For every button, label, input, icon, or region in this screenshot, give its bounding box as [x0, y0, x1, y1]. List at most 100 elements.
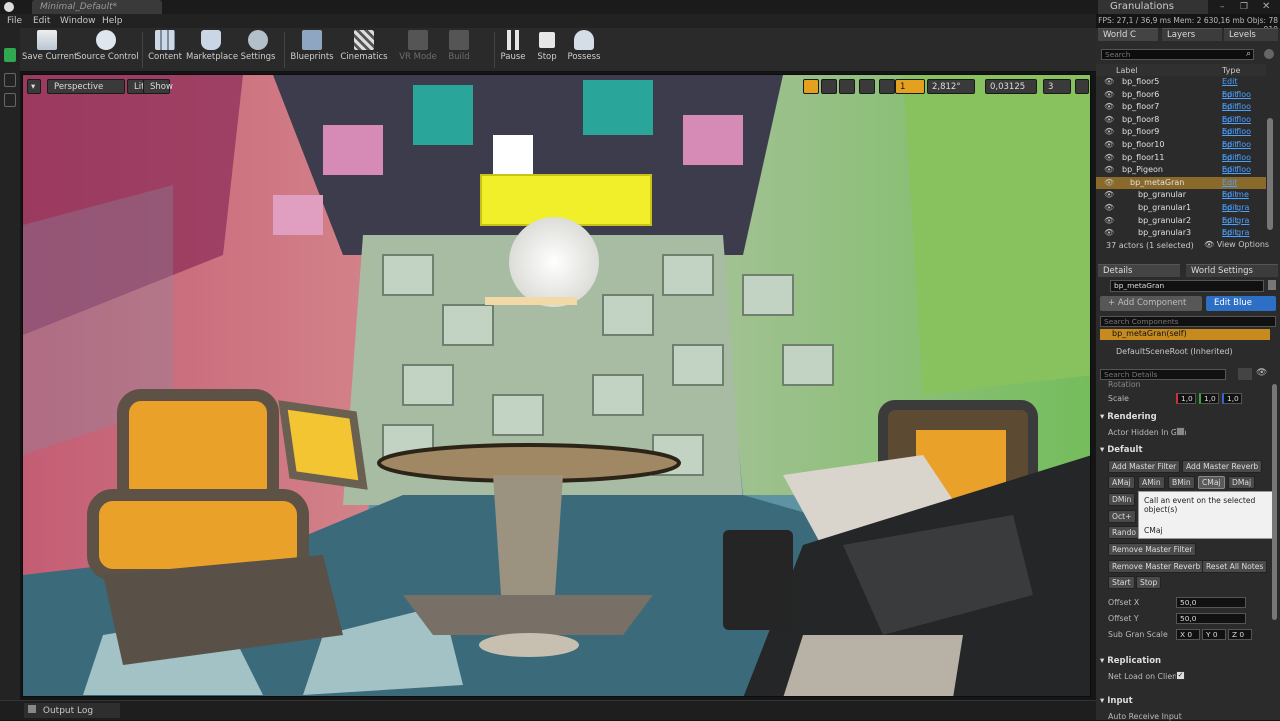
visibility-eye-icon[interactable]: 👁: [1104, 101, 1114, 114]
translate-tool-button[interactable]: [803, 79, 819, 94]
outliner-scrollbar[interactable]: [1267, 118, 1273, 230]
modes-tab3-icon[interactable]: [4, 93, 16, 107]
dmin-button[interactable]: DMin: [1108, 493, 1136, 506]
visibility-eye-icon[interactable]: 👁: [1104, 152, 1114, 165]
close-button[interactable]: ✕: [1262, 1, 1274, 12]
outliner-row[interactable]: 👁 bp_floor9 Edit bp_floo: [1096, 126, 1266, 149]
visibility-eye-icon[interactable]: 👁: [1104, 202, 1114, 215]
grid-snap-button[interactable]: 1: [895, 79, 925, 94]
rotation-snap-button[interactable]: 2,812°: [927, 79, 975, 94]
add-component-button[interactable]: + Add Component: [1100, 296, 1202, 311]
scale-y-field[interactable]: 1,0: [1199, 393, 1219, 404]
tab-world-outliner[interactable]: World C: [1098, 28, 1158, 41]
actor-hidden-checkbox[interactable]: [1176, 427, 1185, 436]
add-master-reverb-button[interactable]: Add Master Reverb: [1182, 460, 1263, 473]
surface-snap-button[interactable]: [879, 79, 895, 94]
scale-x-field[interactable]: 1,0: [1176, 393, 1196, 404]
marketplace-button[interactable]: Marketplace: [186, 30, 238, 70]
cinematics-button[interactable]: Cinematics: [340, 30, 388, 70]
outliner-row[interactable]: 👁 bp_metaGran Edit bp_me: [1096, 176, 1266, 199]
start-button[interactable]: Start: [1108, 576, 1135, 589]
visibility-eye-icon[interactable]: 👁: [1104, 227, 1114, 240]
visibility-eye-icon[interactable]: 👁: [1104, 164, 1114, 177]
outliner-settings-icon[interactable]: [1264, 49, 1274, 59]
content-button[interactable]: Content: [146, 30, 184, 70]
input-section[interactable]: ▾ Input: [1100, 694, 1276, 708]
outliner-search-input[interactable]: Search: [1101, 49, 1254, 60]
build-button[interactable]: Build: [444, 30, 474, 70]
stop-details-button[interactable]: Stop: [1136, 576, 1162, 589]
outliner-row[interactable]: 👁 bp_floor11 Edit bp_floo: [1096, 152, 1266, 175]
visibility-eye-icon[interactable]: 👁: [1104, 89, 1114, 102]
property-matrix-button[interactable]: [1238, 368, 1252, 380]
octave-up-button[interactable]: Oct+: [1108, 510, 1136, 523]
modes-tab-icon[interactable]: [4, 48, 16, 62]
outliner-row-type-link[interactable]: Edit bp_gra: [1222, 227, 1266, 241]
menu-help[interactable]: Help: [102, 16, 123, 26]
details-eye-icon[interactable]: 👁: [1256, 368, 1274, 380]
world-local-button[interactable]: [859, 79, 875, 94]
tab-world-settings[interactable]: World Settings: [1186, 264, 1278, 277]
tab-levels[interactable]: Levels: [1224, 28, 1278, 41]
offset-x-field[interactable]: 50,0: [1176, 597, 1246, 608]
scale-snap-button[interactable]: 0,03125: [985, 79, 1037, 94]
cmaj-button[interactable]: CMaj: [1198, 476, 1225, 489]
sub-gran-y-field[interactable]: Y 0: [1202, 629, 1226, 640]
actor-name-field[interactable]: bp_metaGran: [1110, 280, 1264, 292]
visibility-eye-icon[interactable]: 👁: [1104, 215, 1114, 228]
perspective-button[interactable]: Perspective: [47, 79, 125, 94]
search-components-input[interactable]: Search Components: [1100, 316, 1276, 327]
maximize-button[interactable]: ❐: [1240, 2, 1252, 12]
type-column-header[interactable]: Type: [1222, 66, 1240, 75]
replication-section[interactable]: ▾ Replication: [1100, 654, 1276, 668]
visibility-eye-icon[interactable]: 👁: [1104, 126, 1114, 139]
maximize-viewport-button[interactable]: [1075, 79, 1089, 94]
scale-tool-button[interactable]: [839, 79, 855, 94]
visibility-eye-icon[interactable]: 👁: [1104, 139, 1114, 152]
sub-gran-x-field[interactable]: X 0: [1176, 629, 1200, 640]
level-viewport[interactable]: ▾ Perspective Lit Show 1 2,812° 0,03125 …: [22, 74, 1091, 697]
edit-blueprint-button[interactable]: Edit Blue: [1206, 296, 1276, 311]
visibility-eye-icon[interactable]: 👁: [1104, 189, 1114, 202]
visibility-eye-icon[interactable]: 👁: [1104, 114, 1114, 127]
add-master-filter-button[interactable]: Add Master Filter: [1108, 460, 1181, 473]
component-default-scene-root[interactable]: DefaultSceneRoot (Inherited): [1100, 347, 1270, 358]
minimize-button[interactable]: –: [1220, 2, 1232, 12]
tab-details[interactable]: Details: [1098, 264, 1180, 277]
outliner-row[interactable]: 👁 bp_floor5 Edit bp_floo: [1096, 76, 1266, 99]
component-self[interactable]: bp_metaGran(self): [1100, 329, 1270, 340]
save-current-button[interactable]: Save Current: [22, 30, 78, 70]
amin-button[interactable]: AMin: [1138, 476, 1165, 489]
details-scrollbar[interactable]: [1272, 384, 1277, 620]
bmin-button[interactable]: BMin: [1168, 476, 1195, 489]
stop-button[interactable]: Stop: [534, 30, 560, 70]
view-options-button[interactable]: 👁 View Options: [1204, 240, 1274, 249]
source-control-button[interactable]: Source Control: [76, 30, 139, 70]
net-load-checkbox[interactable]: ✓: [1176, 671, 1185, 680]
remove-master-reverb-button[interactable]: Remove Master Reverb: [1108, 560, 1205, 573]
outliner-row[interactable]: 👁 bp_granular3 Edit bp_gra: [1096, 227, 1266, 241]
show-button[interactable]: Show: [143, 79, 173, 94]
search-details-input[interactable]: Search Details: [1100, 369, 1226, 380]
outliner-row[interactable]: 👁 bp_granular Edit bp_gra: [1096, 189, 1266, 212]
outliner-row[interactable]: 👁bp_PigeonEdit bp_Pig: [1096, 164, 1266, 187]
camera-speed-button[interactable]: 3: [1043, 79, 1071, 94]
sub-gran-z-field[interactable]: Z 0: [1228, 629, 1252, 640]
level-tab[interactable]: Minimal_Default*: [32, 0, 162, 14]
outliner-row[interactable]: 👁 bp_floor8 Edit bp_floo: [1096, 114, 1266, 137]
possess-button[interactable]: Possess: [566, 30, 602, 70]
random-button[interactable]: Rando: [1108, 526, 1141, 539]
visibility-eye-icon[interactable]: 👁: [1104, 76, 1114, 89]
tab-layers[interactable]: Layers: [1162, 28, 1222, 41]
settings-button[interactable]: Settings: [238, 30, 278, 70]
pause-button[interactable]: Pause: [498, 30, 528, 70]
rotate-tool-button[interactable]: [821, 79, 837, 94]
outliner-row[interactable]: 👁 bp_floor6 Edit bp_floo: [1096, 89, 1266, 112]
offset-y-field[interactable]: 50,0: [1176, 613, 1246, 624]
dmaj-button[interactable]: DMaj: [1228, 476, 1256, 489]
rendering-section[interactable]: ▾ Rendering: [1100, 410, 1276, 424]
viewport-options-button[interactable]: ▾: [27, 79, 41, 94]
lock-icon[interactable]: [1268, 280, 1276, 290]
modes-tab2-icon[interactable]: [4, 73, 16, 87]
label-column-header[interactable]: Label: [1116, 66, 1138, 75]
